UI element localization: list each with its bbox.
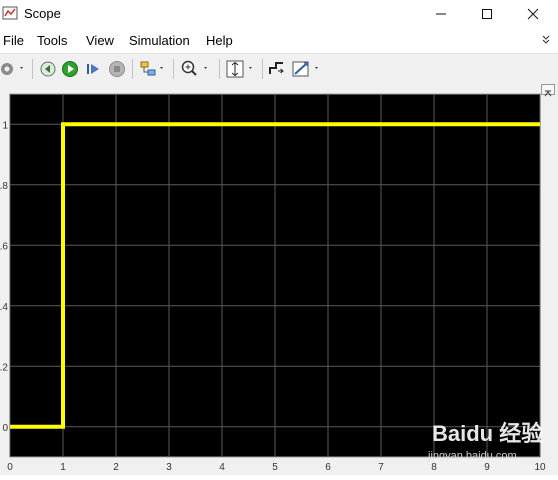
toolbar (0, 53, 558, 85)
y-tick-label: 0.2 (0, 362, 8, 373)
trigger-icon[interactable] (267, 59, 287, 79)
x-tick-label: 2 (113, 462, 119, 473)
x-tick-label: 7 (378, 462, 384, 473)
menu-simulation[interactable]: Simulation (129, 33, 190, 48)
x-tick-label: 6 (325, 462, 331, 473)
scope-axes[interactable]: 0 1 2 3 4 5 6 7 8 9 10 0 0.2 0.4 0.6 0.8 1 Baidu 经验 jing… (0, 84, 558, 475)
x-tick-label: 8 (431, 462, 437, 473)
y-tick-label: 0.8 (0, 181, 8, 192)
y-tick-label: 0.6 (0, 241, 8, 252)
x-tick-label: 10 (534, 462, 546, 473)
scope-app-icon (2, 5, 18, 21)
autoscale-axes-icon[interactable] (225, 59, 259, 79)
toolbar-separator (262, 59, 263, 79)
x-tick-label: 3 (166, 462, 172, 473)
zoom-in-icon[interactable] (180, 59, 214, 79)
maximize-button[interactable] (464, 0, 510, 27)
chevron-down-icon[interactable] (540, 34, 552, 46)
y-tick-label: 1 (2, 120, 8, 131)
minimize-button[interactable] (418, 0, 464, 27)
settings-gear-icon[interactable] (0, 59, 26, 79)
step-forward-icon[interactable] (85, 59, 103, 79)
x-tick-label: 4 (219, 462, 225, 473)
x-tick-label: 9 (484, 462, 490, 473)
y-tick-label: 0 (2, 423, 8, 434)
y-tick-label: 0.4 (0, 302, 8, 313)
x-tick-label: 0 (7, 462, 13, 473)
toolbar-separator (32, 59, 33, 79)
x-tick-label: 1 (60, 462, 66, 473)
menu-file[interactable]: File (3, 33, 24, 48)
run-icon[interactable] (61, 59, 79, 79)
cursor-measurements-icon[interactable] (291, 59, 325, 79)
menu-bar: File Tools View Simulation Help (0, 29, 558, 51)
toolbar-separator (132, 59, 133, 79)
highlight-simulink-block-icon[interactable] (138, 59, 168, 79)
watermark-url: jingyan.baidu.com (427, 450, 517, 462)
menu-view[interactable]: View (86, 33, 114, 48)
watermark-brand: Baidu 经验 (432, 421, 543, 446)
x-tick-label: 5 (272, 462, 278, 473)
toolbar-separator (173, 59, 174, 79)
menu-help[interactable]: Help (206, 33, 233, 48)
menu-tools[interactable]: Tools (37, 33, 67, 48)
toolbar-separator (219, 59, 220, 79)
scope-plot-area: 0 1 2 3 4 5 6 7 8 9 10 0 0.2 0.4 0.6 0.8 1 Baidu 经验 jing… (0, 84, 558, 475)
undock-icon[interactable] (541, 84, 555, 97)
window-title: Scope (24, 6, 61, 21)
close-button[interactable] (510, 0, 556, 27)
title-bar: Scope (0, 0, 558, 27)
stop-icon[interactable] (108, 59, 126, 79)
step-back-icon[interactable] (39, 59, 57, 79)
